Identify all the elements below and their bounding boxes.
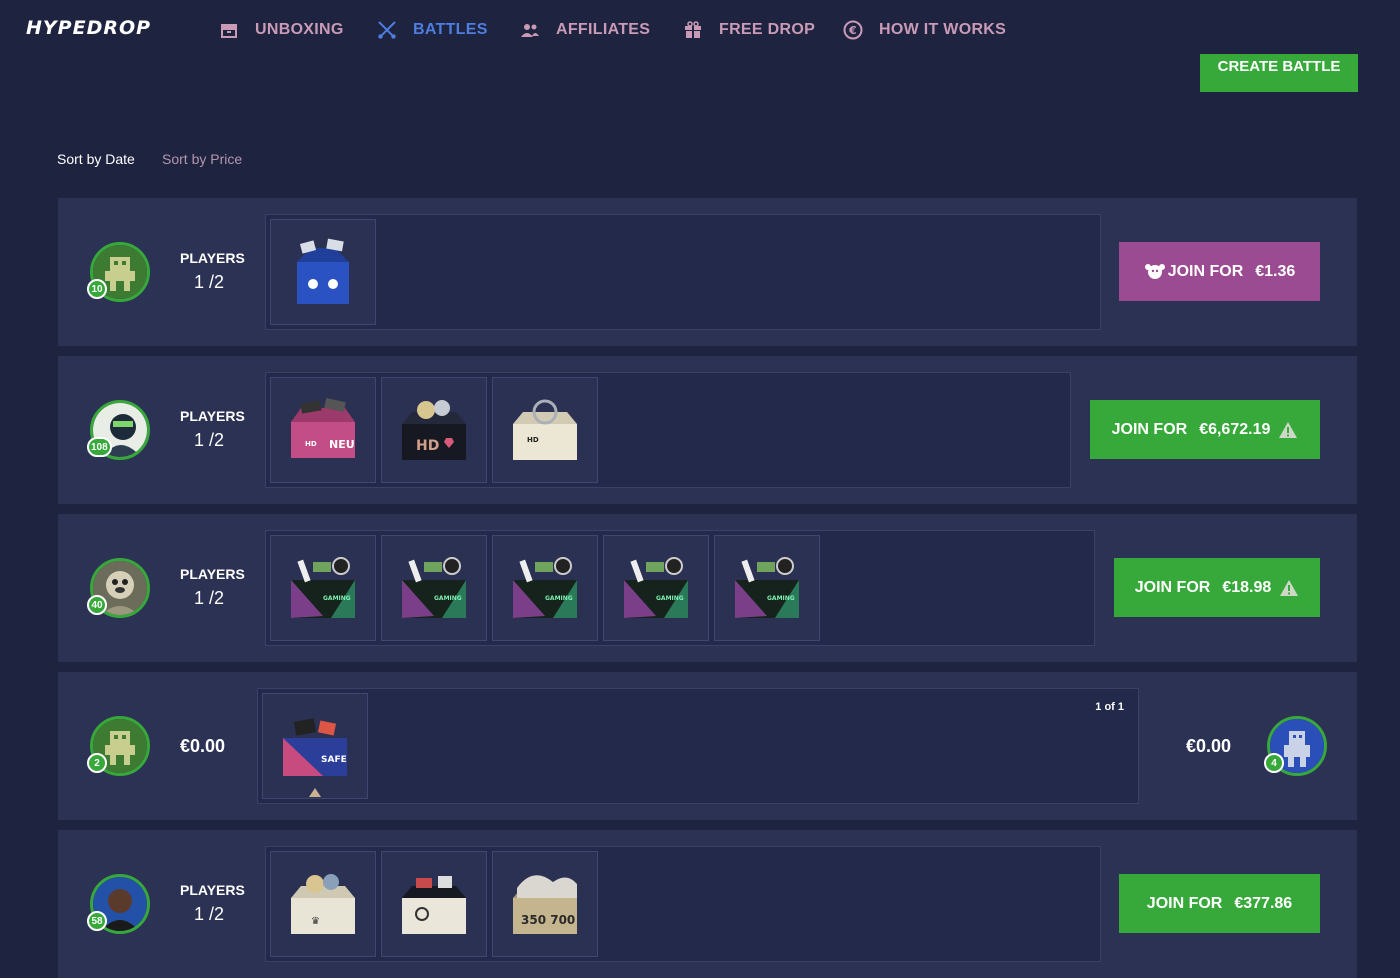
sort-by-date[interactable]: Sort by Date xyxy=(57,151,135,167)
case-thumbnail[interactable]: NEU HD xyxy=(270,377,376,483)
players-count: 1 /2 xyxy=(194,904,225,924)
battle-row-in-progress: 2 €0.00 SAFE 1 of 1 €0.00 4 xyxy=(58,672,1357,820)
battle-row: 108 PLAYERS 1 /2 NEU HD HD HD JOIN FOR €6… xyxy=(58,356,1357,504)
case-thumbnail[interactable]: HD xyxy=(492,377,598,483)
crossed-swords-icon xyxy=(377,20,397,40)
players-label: PLAYERS xyxy=(180,408,245,424)
round-counter: 1 of 1 xyxy=(1095,701,1124,713)
case-thumbnail[interactable]: 350 700 xyxy=(492,851,598,957)
battle-row: 10 PLAYERS 1 /2 JOIN FOR €1.36 xyxy=(58,198,1357,346)
nav-affiliates[interactable]: AFFILIATES xyxy=(520,20,650,40)
sort-by-price[interactable]: Sort by Price xyxy=(162,151,242,167)
opponent-level-badge: 4 xyxy=(1264,753,1284,773)
players-label: PLAYERS xyxy=(180,882,245,898)
player-two-amount: €0.00 xyxy=(1186,736,1232,756)
level-badge: 40 xyxy=(87,595,107,615)
case-thumbnail[interactable]: SAFE xyxy=(262,693,368,799)
level-badge: 2 xyxy=(87,753,107,773)
mascot-icon xyxy=(1144,263,1165,279)
join-button[interactable]: JOIN FOR €1.36 xyxy=(1119,242,1320,301)
nav-label: HOW IT WORKS xyxy=(879,21,1007,38)
nav-label: AFFILIATES xyxy=(556,21,651,38)
svg-text:GAMING: GAMING xyxy=(323,595,351,602)
case-list: GAMING GAMING GAMING GAMING GAMING xyxy=(265,530,1095,646)
reel-marker-bottom xyxy=(309,788,321,797)
join-button[interactable]: JOIN FOR €18.98 xyxy=(1114,558,1320,617)
players-count: 1 /2 xyxy=(194,272,225,292)
join-button[interactable]: JOIN FOR €6,672.19 xyxy=(1090,400,1320,459)
gift-icon xyxy=(683,20,703,40)
level-badge: 108 xyxy=(87,437,112,457)
case-thumbnail[interactable] xyxy=(270,219,376,325)
players-count: 1 /2 xyxy=(194,588,225,608)
case-list: ♛ 350 700 xyxy=(265,846,1101,962)
svg-text:350 700: 350 700 xyxy=(521,913,575,927)
players-label: PLAYERS xyxy=(180,250,245,266)
case-thumbnail[interactable]: GAMING xyxy=(714,535,820,641)
case-thumbnail[interactable]: GAMING xyxy=(603,535,709,641)
battle-row: 40 PLAYERS 1 /2 GAMING GAMING GAMING GAM… xyxy=(58,514,1357,662)
box-icon xyxy=(219,20,239,40)
nav-battles[interactable]: BATTLES xyxy=(377,20,488,40)
players-label: PLAYERS xyxy=(180,566,245,582)
level-badge: 58 xyxy=(87,911,107,931)
nav-how-it-works[interactable]: € HOW IT WORKS xyxy=(843,20,1006,40)
svg-text:HD: HD xyxy=(416,438,439,454)
battle-row: 58 PLAYERS 1 /2 ♛ 350 700 JOIN FOR €377.… xyxy=(58,830,1357,978)
svg-text:♛: ♛ xyxy=(311,916,320,927)
top-navigation: HYPEDROP UNBOXING BATTLES AFFILIATES FRE… xyxy=(0,0,1400,62)
users-icon xyxy=(520,20,540,40)
nav-label: FREE DROP xyxy=(719,21,816,38)
case-thumbnail[interactable]: GAMING xyxy=(492,535,598,641)
svg-text:GAMING: GAMING xyxy=(434,595,462,602)
level-badge: 10 xyxy=(87,279,107,299)
nav-label: BATTLES xyxy=(413,21,488,38)
case-list: NEU HD HD HD xyxy=(265,372,1071,488)
svg-text:HD: HD xyxy=(305,440,317,448)
player-one-amount: €0.00 xyxy=(180,736,226,756)
nav-unboxing[interactable]: UNBOXING xyxy=(219,20,344,40)
case-list xyxy=(265,214,1101,330)
players-count: 1 /2 xyxy=(194,430,225,450)
svg-text:GAMING: GAMING xyxy=(545,595,573,602)
svg-text:HD: HD xyxy=(527,436,539,444)
svg-text:NEU: NEU xyxy=(329,438,355,451)
svg-text:€: € xyxy=(848,24,857,37)
case-thumbnail[interactable]: GAMING xyxy=(270,535,376,641)
coin-icon: € xyxy=(843,20,863,40)
logo[interactable]: HYPEDROP xyxy=(26,17,151,39)
case-thumbnail[interactable]: HD xyxy=(381,377,487,483)
case-thumbnail[interactable]: GAMING xyxy=(381,535,487,641)
svg-text:SAFE: SAFE xyxy=(321,755,347,765)
nav-free-drop[interactable]: FREE DROP xyxy=(683,20,815,40)
join-button[interactable]: JOIN FOR €377.86 xyxy=(1119,874,1320,933)
svg-text:GAMING: GAMING xyxy=(656,595,684,602)
create-battle-button[interactable]: CREATE BATTLE xyxy=(1200,54,1358,92)
warning-icon xyxy=(1279,421,1298,438)
warning-icon xyxy=(1280,579,1299,596)
spin-reel: SAFE 1 of 1 xyxy=(257,688,1139,804)
svg-text:GAMING: GAMING xyxy=(767,595,795,602)
case-thumbnail[interactable] xyxy=(381,851,487,957)
nav-label: UNBOXING xyxy=(255,21,344,38)
case-thumbnail[interactable]: ♛ xyxy=(270,851,376,957)
